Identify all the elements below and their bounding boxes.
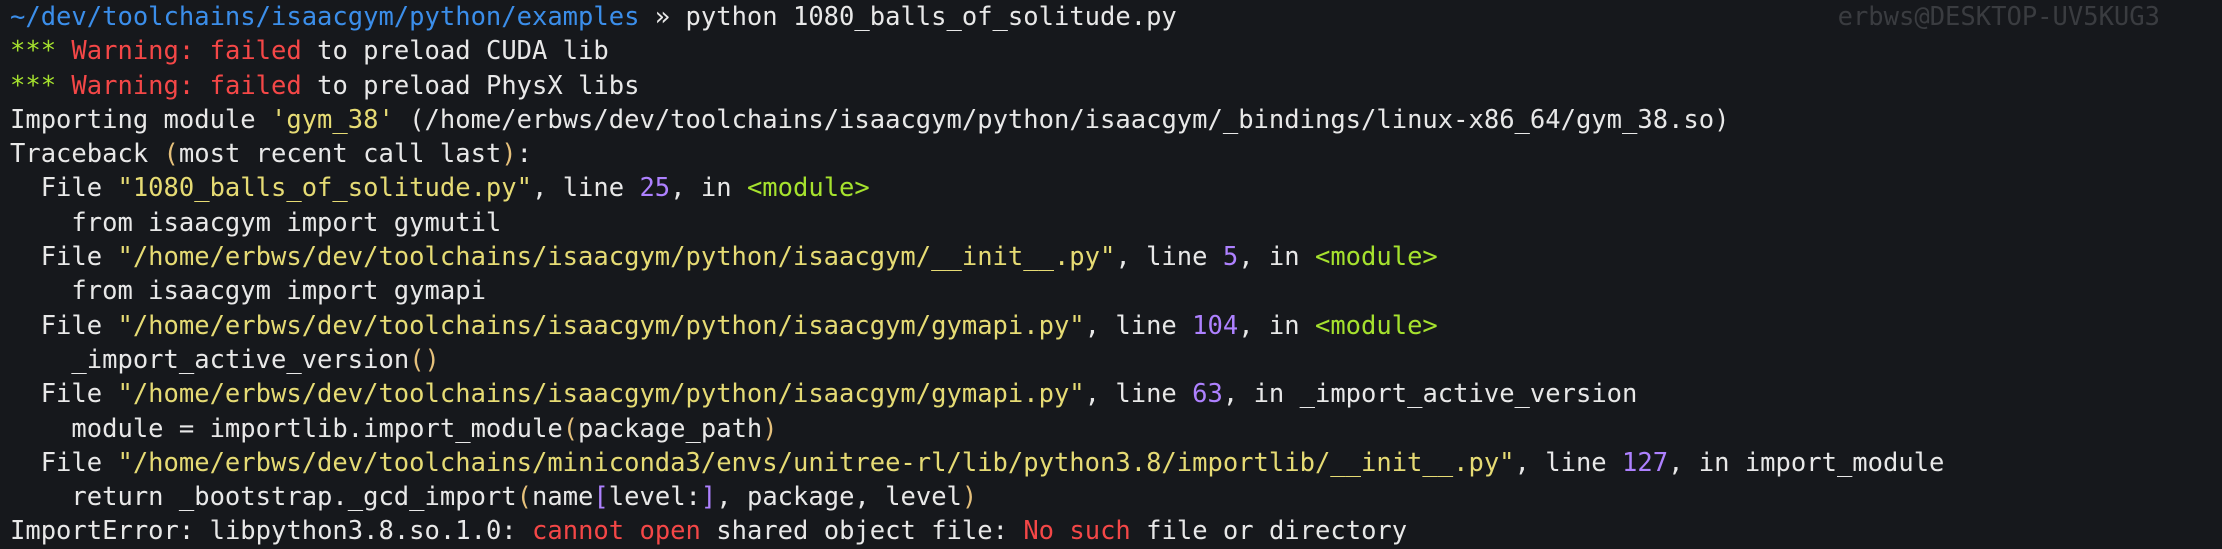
frame-code: module = importlib.import_module(package… xyxy=(10,413,778,444)
error-type: ImportError xyxy=(10,516,179,547)
frame-file-path: "/home/erbws/dev/toolchains/isaacgym/pyt… xyxy=(117,379,1085,410)
frame-in-prefix: , in xyxy=(1238,242,1315,273)
frame-line-prefix: , line xyxy=(1514,447,1622,478)
prompt-line: ~/dev/toolchains/isaacgym/python/example… xyxy=(10,0,2222,34)
warning-stars: *** xyxy=(10,70,57,101)
prompt-symbol: » xyxy=(639,2,686,32)
frame-function: _import_active_version xyxy=(1299,379,1638,410)
warning-message: to preload PhysX libs xyxy=(317,70,640,101)
frame-line-number: 63 xyxy=(1192,379,1223,410)
frame-line-prefix: , line xyxy=(531,173,640,204)
frame-file-path: "1080_balls_of_solitude.py" xyxy=(117,173,532,204)
warning-line: *** Warning: failed to preload CUDA lib xyxy=(10,34,2222,68)
error-lib: libpython3.8.so.1.0: xyxy=(194,516,517,547)
prompt-cwd: ~/dev/toolchains/isaacgym/python/example… xyxy=(10,2,640,32)
frame-code: from isaacgym import gymutil xyxy=(10,206,2222,240)
error-line: ImportError: libpython3.8.so.1.0: cannot… xyxy=(10,514,2222,548)
frame-function: <module> xyxy=(1314,242,1438,273)
frame-code: from isaacgym import gymapi xyxy=(10,274,2222,308)
frame-code: return _bootstrap._gcd_import(name[level… xyxy=(10,482,978,513)
frame-code-paren: ( xyxy=(562,413,579,444)
traceback-word: Traceback xyxy=(10,139,164,170)
traceback-frame: File "1080_balls_of_solitude.py", line 2… xyxy=(10,171,2222,205)
warning-label: Warning: xyxy=(71,70,195,101)
frame-code-text: from isaacgym import gymutil xyxy=(10,207,502,238)
frame-line-prefix: , line xyxy=(1084,310,1193,341)
frame-file-prefix: File xyxy=(10,242,118,273)
traceback-colon: : xyxy=(516,139,533,170)
error-colon: : xyxy=(178,516,195,547)
traceback-frame: File "/home/erbws/dev/toolchains/isaacgy… xyxy=(10,377,2222,411)
frame-line-number: 104 xyxy=(1192,310,1239,341)
traceback-text: most recent call last xyxy=(178,139,502,170)
warning-message: to preload CUDA lib xyxy=(317,36,609,67)
traceback-frame: File "/home/erbws/dev/toolchains/minicon… xyxy=(10,446,2222,480)
frame-line-number: 25 xyxy=(639,173,671,204)
frame-function: import_module xyxy=(1744,447,1945,478)
traceback-paren-open: ( xyxy=(163,139,179,170)
import-prefix: Importing module xyxy=(10,104,271,135)
import-location: (/home/erbws/dev/toolchains/isaacgym/pyt… xyxy=(393,104,1730,135)
warning-stars: *** xyxy=(10,36,57,67)
frame-code-parens: () xyxy=(409,344,440,375)
frame-file-prefix: File xyxy=(10,173,118,204)
frame-file-prefix: File xyxy=(10,379,118,410)
frame-code-paren: ( xyxy=(516,482,532,513)
frame-in-prefix: , in xyxy=(1238,310,1315,341)
error-tail: file or directory xyxy=(1130,516,1408,547)
traceback-frame: File "/home/erbws/dev/toolchains/isaacgy… xyxy=(10,309,2222,343)
warning-keyword: failed xyxy=(209,36,302,67)
terminal-output[interactable]: ~/dev/toolchains/isaacgym/python/example… xyxy=(10,0,2222,549)
warning-label: Warning: xyxy=(71,36,195,67)
error-phrase-cannot-open: cannot open xyxy=(532,516,701,547)
error-phrase-no-such: No such xyxy=(1023,516,1131,547)
warning-line: *** Warning: failed to preload PhysX lib… xyxy=(10,69,2222,103)
frame-code-paren: ) xyxy=(762,413,778,444)
frame-line-number: 127 xyxy=(1622,447,1669,478)
traceback-header: Traceback (most recent call last): xyxy=(10,137,2222,171)
import-module-name: 'gym_38' xyxy=(271,104,394,135)
frame-in-prefix: , in xyxy=(670,173,747,204)
frame-in-prefix: , in xyxy=(1222,379,1300,410)
frame-line-number: 5 xyxy=(1222,242,1239,273)
frame-function: <module> xyxy=(746,173,870,204)
frame-file-path: "/home/erbws/dev/toolchains/isaacgym/pyt… xyxy=(117,242,1116,273)
frame-file-prefix: File xyxy=(10,447,118,478)
frame-code: _import_active_version() xyxy=(10,343,2222,377)
frame-code-func: _import_active_version xyxy=(71,344,410,375)
frame-line-prefix: , line xyxy=(1115,242,1223,273)
frame-code-bracket: ] xyxy=(700,482,717,513)
prompt-command: python 1080_balls_of_solitude.py xyxy=(685,2,1177,32)
frame-in-prefix: , in xyxy=(1668,447,1745,478)
frame-file-path: "/home/erbws/dev/toolchains/isaacgym/pyt… xyxy=(117,310,1085,341)
frame-file-path: "/home/erbws/dev/toolchains/miniconda3/e… xyxy=(117,447,1515,478)
warning-keyword: failed xyxy=(209,70,302,101)
frame-code-paren: ) xyxy=(961,482,978,513)
frame-code-text: from isaacgym import gymapi xyxy=(10,276,486,307)
frame-file-prefix: File xyxy=(10,310,118,341)
import-line: Importing module 'gym_38' (/home/erbws/d… xyxy=(10,103,2222,137)
traceback-frame: File "/home/erbws/dev/toolchains/isaacgy… xyxy=(10,240,2222,274)
frame-function: <module> xyxy=(1314,310,1438,341)
frame-line-prefix: , line xyxy=(1084,379,1193,410)
error-mid: shared object file: xyxy=(700,516,1024,547)
traceback-paren-close: ) xyxy=(501,139,517,170)
frame-code-bracket: [ xyxy=(593,482,609,513)
